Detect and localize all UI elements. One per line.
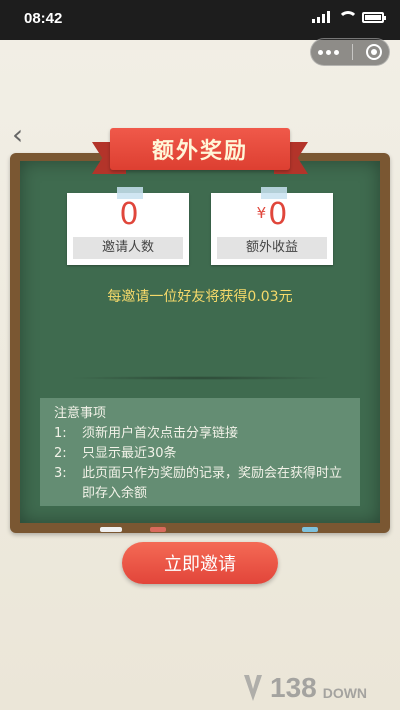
extra-income-card: ¥0 额外收益 (211, 187, 333, 265)
notice-item-number: 2: (54, 446, 67, 461)
invite-now-button[interactable]: 立即邀请 (122, 542, 278, 584)
notice-item-text: 须新用户首次点击分享链接 (82, 426, 239, 441)
more-dots-icon[interactable] (317, 49, 339, 55)
notice-item-text: 此页面只作为奖励的记录，奖励会在获得时立即存入余额 (82, 466, 343, 501)
reward-note: 每邀请一位好友将获得0.03元 (107, 289, 293, 305)
signal-icon (312, 11, 330, 23)
chalk-blue (302, 527, 318, 532)
back-arrow-icon[interactable]: ‹ (12, 120, 34, 150)
watermark-word: DOWN (322, 685, 368, 701)
watermark-logo-icon (244, 675, 262, 701)
close-target-icon[interactable] (366, 44, 383, 60)
notice-item-text: 只显示最近30条 (82, 446, 177, 461)
extra-income-value: ¥0 (256, 197, 288, 232)
capsule-separator (351, 44, 353, 60)
invite-count-card: 0 邀请人数 (67, 187, 189, 265)
banner-title: 额外奖励 (151, 139, 248, 164)
invite-count-label: 邀请人数 (73, 237, 183, 259)
status-bar: 08:42 (0, 0, 400, 40)
notice-item: 2: 只显示最近30条 (54, 444, 350, 464)
notice-item-number: 3: (54, 466, 67, 481)
notice-box: 注意事项 1: 须新用户首次点击分享链接 2: 只显示最近30条 3: 此页面只… (40, 398, 360, 506)
chalk-white (100, 527, 122, 532)
status-icons (312, 11, 386, 23)
status-time: 08:42 (24, 10, 63, 27)
battery-icon (362, 11, 386, 23)
ribbon-main: 额外奖励 (110, 128, 290, 170)
notice-item: 1: 须新用户首次点击分享链接 (54, 424, 350, 444)
miniprogram-capsule (310, 38, 390, 66)
invite-count-value: 0 (119, 197, 139, 232)
extra-income-label: 额外收益 (217, 237, 327, 259)
ribbon-banner: 额外奖励 (92, 128, 308, 178)
divider (68, 376, 332, 380)
watermark-number: 138 (270, 672, 317, 703)
wifi-icon (338, 11, 358, 23)
site-watermark: 138 DOWN (242, 670, 392, 706)
notice-item: 3: 此页面只作为奖励的记录，奖励会在获得时立即存入余额 (54, 464, 350, 504)
chalk-red (150, 527, 166, 532)
notice-item-number: 1: (54, 426, 67, 441)
notice-title: 注意事项 (54, 406, 107, 421)
